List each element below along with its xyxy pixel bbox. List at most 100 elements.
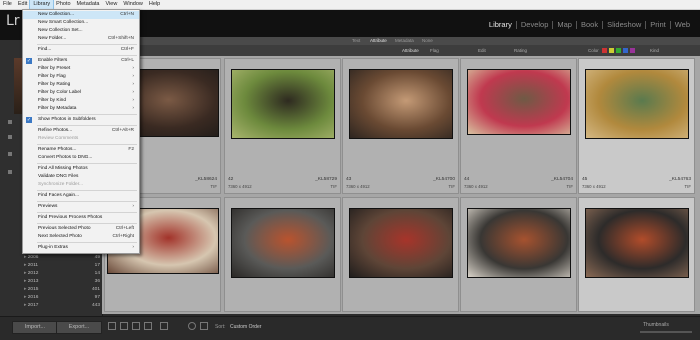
photo-thumbnail[interactable] — [348, 208, 453, 278]
grid-cell[interactable] — [578, 197, 695, 312]
menu-item-rename-photos[interactable]: Rename Photos... F2 — [23, 146, 139, 154]
menu-item-find-faces-again[interactable]: Find Faces Again... — [23, 192, 139, 200]
folder-row[interactable]: 2016 97 — [24, 295, 100, 302]
color-label: Color — [588, 48, 599, 53]
menu-item-show-photos-in-subfolders[interactable]: ✓ Show Photos in Subfolders — [23, 116, 139, 124]
menu-item-filter-by-metadata[interactable]: Filter by Metadata › — [23, 105, 139, 113]
menu-item-refine-photos[interactable]: Refine Photos... Ctrl+Alt+R — [23, 127, 139, 135]
folder-row[interactable]: 2013 36 — [24, 279, 100, 286]
menubar-file[interactable]: File — [0, 0, 15, 9]
photo-thumbnail[interactable] — [584, 69, 689, 139]
menu-separator — [37, 163, 137, 164]
sort-direction-icon[interactable] — [200, 322, 208, 330]
menu-item-find-previous-process-photos[interactable]: Find Previous Process Photos — [23, 214, 139, 222]
menu-item-label: Validate DNG Files — [38, 174, 79, 179]
menu-item-label: Next Selected Photo — [38, 234, 82, 239]
people-view-icon[interactable] — [160, 322, 168, 330]
loupe-view-icon[interactable] — [120, 322, 128, 330]
sort-label: Sort: — [215, 324, 226, 330]
menu-item-label: New Collection... — [38, 12, 74, 17]
color-filter-purple[interactable] — [630, 48, 635, 53]
color-filter-blue[interactable] — [623, 48, 628, 53]
grid-cell[interactable]: 42 _KL58729 7360 x 4912 TIF — [224, 58, 341, 194]
thumbnail-size-slider[interactable] — [640, 331, 692, 333]
menu-item-new-smart-collection[interactable]: New Smart Collection... — [23, 19, 139, 27]
menu-separator — [37, 44, 137, 45]
menu-item-validate-dng-files[interactable]: Validate DNG Files — [23, 173, 139, 181]
survey-view-icon[interactable] — [144, 322, 152, 330]
folder-count: 36 — [94, 279, 100, 284]
color-filter-yellow[interactable] — [609, 48, 614, 53]
menu-item-next-selected-photo[interactable]: Next Selected Photo Ctrl+Right — [23, 233, 139, 241]
menubar-help[interactable]: Help — [146, 0, 163, 9]
menubar-edit[interactable]: Edit — [15, 0, 30, 9]
module-library[interactable]: Library — [485, 21, 516, 29]
filter-tab-metadata[interactable]: Metadata — [395, 38, 414, 43]
photo-thumbnail[interactable] — [348, 69, 453, 139]
menu-item-previous-selected-photo[interactable]: Previous Selected Photo Ctrl+Left — [23, 225, 139, 233]
compare-view-icon[interactable] — [132, 322, 140, 330]
painter-icon[interactable] — [188, 322, 196, 330]
menu-item-convert-photos-to-dng[interactable]: Convert Photos to DNG... — [23, 154, 139, 162]
menu-item-new-folder[interactable]: New Folder... Ctrl+Shift+N — [23, 35, 139, 43]
grid-cell[interactable] — [342, 197, 459, 312]
menu-item-filter-by-color-label[interactable]: Filter by Color Label › — [23, 89, 139, 97]
photo-thumbnail[interactable] — [466, 69, 571, 135]
photo-thumbnail[interactable] — [230, 208, 335, 278]
module-develop[interactable]: Develop — [515, 21, 553, 29]
menu-item-new-collection[interactable]: New Collection... Ctrl+N — [23, 11, 139, 19]
photo-thumbnail[interactable] — [230, 69, 335, 139]
grid-cell[interactable] — [224, 197, 341, 312]
folder-row[interactable]: 2006 49 — [24, 255, 100, 262]
menu-item-find[interactable]: Find... Ctrl+F — [23, 46, 139, 54]
menubar-library[interactable]: Library — [29, 0, 55, 10]
module-book[interactable]: Book — [575, 21, 602, 29]
folder-row[interactable]: 2015 401 — [24, 287, 100, 294]
menu-item-filter-by-preset[interactable]: Filter by Preset › — [23, 65, 139, 73]
grid-view: _KL58624 TIF 42 _KL58729 7360 x 4912 TIF 43 _KL… — [102, 56, 700, 314]
sort-select[interactable]: Custom Order — [230, 324, 261, 330]
grid-cell[interactable]: 44 _KL54704 7360 x 4912 TIF — [460, 58, 577, 194]
menu-item-plug-in-extras[interactable]: Plug-in Extras › — [23, 244, 139, 252]
grid-cell[interactable]: 45 _KL54763 7360 x 4912 TIF — [578, 58, 695, 194]
grid-view-icon[interactable] — [108, 322, 116, 330]
menu-item-shortcut: Ctrl+Left — [115, 226, 134, 231]
menu-item-label: Convert Photos to DNG... — [38, 155, 93, 160]
module-slideshow[interactable]: Slideshow — [602, 21, 645, 29]
menu-item-find-all-missing-photos[interactable]: Find All Missing Photos — [23, 165, 139, 173]
submenu-arrow-icon: › — [132, 245, 134, 250]
folder-row[interactable]: 2017 443 — [24, 303, 100, 310]
menu-item-label: Show Photos in Subfolders — [38, 117, 96, 122]
menubar-metadata[interactable]: Metadata — [74, 0, 103, 9]
grid-cell[interactable]: 43 _KL54700 7360 x 4912 TIF — [342, 58, 459, 194]
grid-cell[interactable] — [460, 197, 577, 312]
folder-row[interactable]: 2011 17 — [24, 263, 100, 270]
menu-item-label: Filter by Kind — [38, 98, 66, 103]
filter-tab-attribute[interactable]: Attribute — [370, 38, 387, 43]
menu-item-filter-by-flag[interactable]: Filter by Flag › — [23, 73, 139, 81]
menu-item-label: New Collection Set... — [38, 28, 83, 33]
menu-item-filter-by-kind[interactable]: Filter by Kind › — [23, 97, 139, 105]
color-filter-red[interactable] — [602, 48, 607, 53]
folder-row[interactable]: 2012 14 — [24, 271, 100, 278]
menubar-photo[interactable]: Photo — [53, 0, 73, 9]
export-button[interactable]: Export... — [56, 321, 102, 334]
menu-item-label: Find Faces Again... — [38, 193, 80, 198]
module-web[interactable]: Web — [669, 21, 694, 29]
module-print[interactable]: Print — [645, 21, 669, 29]
menubar-view[interactable]: View — [102, 0, 120, 9]
menu-item-previews[interactable]: Previews › — [23, 203, 139, 211]
filter-tab-none[interactable]: None — [422, 38, 433, 43]
menu-item-label: Filter by Metadata — [38, 106, 77, 111]
import-button[interactable]: Import... — [12, 321, 58, 334]
color-filter-green[interactable] — [616, 48, 621, 53]
menubar-window[interactable]: Window — [120, 0, 146, 9]
menu-item-filter-by-rating[interactable]: Filter by Rating › — [23, 81, 139, 89]
menu-item-enable-filters[interactable]: ✓ Enable Filters Ctrl+L — [23, 57, 139, 65]
menu-item-new-collection-set[interactable]: New Collection Set... — [23, 27, 139, 35]
cell-file-type: TIF — [210, 184, 217, 189]
module-map[interactable]: Map — [552, 21, 576, 29]
photo-thumbnail[interactable] — [466, 208, 571, 278]
photo-thumbnail[interactable] — [584, 208, 689, 278]
filter-tab-text[interactable]: Text — [352, 38, 360, 43]
